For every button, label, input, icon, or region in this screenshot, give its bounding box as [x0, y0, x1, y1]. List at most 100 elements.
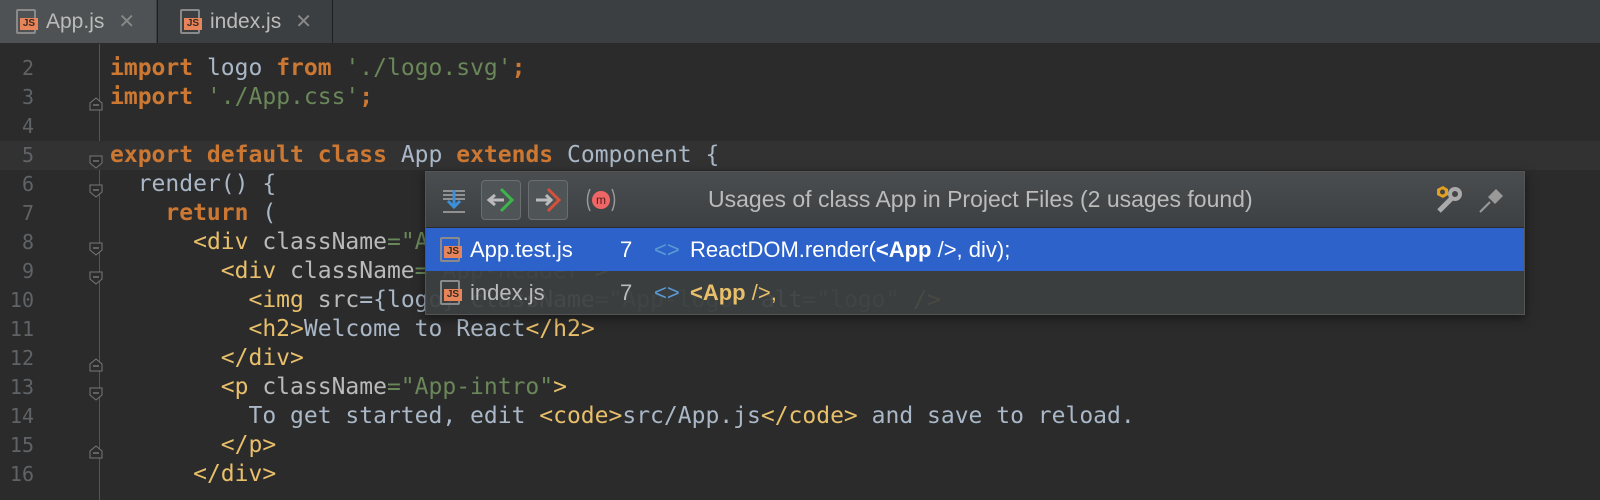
line-number: 13 [9, 375, 34, 399]
code-token: className [290, 258, 415, 284]
expand-all-icon[interactable] [434, 180, 474, 220]
fold-marker-icon[interactable] [89, 177, 103, 198]
code-token: App [400, 142, 443, 168]
line-number: 7 [21, 201, 34, 225]
fold-marker-icon[interactable] [89, 380, 103, 401]
code-token: src [317, 287, 360, 313]
code-text: <h2>Welcome to React</h2> [110, 315, 595, 344]
code-token: import [110, 55, 194, 81]
usage-file-name: App.test.js [470, 236, 573, 262]
code-token: </div> [193, 461, 277, 487]
line-number: 10 [9, 288, 34, 312]
code-token: and save to reload. [857, 403, 1135, 429]
code-token: </div> [220, 345, 304, 371]
code-token: render() { [110, 171, 277, 197]
code-text: <p className="App-intro"> [110, 373, 567, 402]
line-number: 3 [21, 85, 34, 109]
line-number: 15 [9, 433, 34, 457]
usage-code-pre: ReactDOM.render( [690, 236, 876, 262]
code-token: <div [220, 258, 291, 284]
code-token: extends [456, 142, 554, 168]
fold-marker-icon[interactable] [89, 235, 103, 256]
code-token: ( [248, 200, 277, 226]
fold-marker-icon[interactable] [89, 438, 103, 459]
code-token: import [110, 84, 194, 110]
tab-label: index.js [210, 9, 282, 33]
svg-text:m: m [596, 193, 606, 207]
code-token: './App.css' [206, 84, 360, 110]
code-text: </div> [110, 344, 304, 373]
pin-icon[interactable] [1471, 180, 1511, 220]
code-token: </code> [760, 403, 858, 429]
code-token: ; [359, 84, 374, 110]
code-line[interactable]: 15 </p> [0, 431, 1600, 460]
code-text: export default class App extends Compone… [110, 141, 719, 170]
js-file-icon: JS [16, 8, 38, 35]
code-line[interactable]: 11 <h2>Welcome to React</h2> [0, 315, 1600, 344]
line-number: 2 [21, 56, 34, 80]
js-file-icon: JS [440, 236, 462, 263]
close-icon[interactable]: ✕ [295, 9, 312, 34]
line-number: 5 [21, 143, 34, 167]
code-text: return ( [110, 199, 276, 228]
code-token: <code> [539, 403, 623, 429]
fold-marker-icon[interactable] [89, 351, 103, 372]
code-token: Component { [567, 142, 720, 168]
line-number: 16 [9, 462, 34, 486]
line-number: 9 [21, 259, 34, 283]
line-number: 11 [9, 317, 34, 341]
js-file-icon: JS [180, 8, 202, 35]
usage-code-match: <App [690, 279, 746, 305]
line-number: 6 [21, 172, 34, 196]
code-text: To get started, edit <code>src/App.js</c… [110, 402, 1135, 431]
code-line[interactable]: 12 </div> [0, 344, 1600, 373]
previous-occurrence-icon[interactable] [481, 180, 521, 220]
code-token: className [262, 374, 387, 400]
usage-result-row[interactable]: JS App.test.js 7 <> ReactDOM.render(<App… [426, 228, 1524, 271]
tab-app-js[interactable]: JS App.js ✕ [0, 0, 156, 43]
code-token: </p> [220, 432, 277, 458]
code-line[interactable]: 5 export default class App extends Compon… [0, 141, 1600, 170]
usage-code-match: <App [875, 236, 932, 262]
code-token: <img [248, 287, 318, 313]
code-token: ; [511, 55, 526, 81]
code-token: </h2> [525, 316, 595, 342]
code-token: export default class [110, 142, 387, 168]
code-line[interactable]: 3 import './App.css'; [0, 83, 1600, 112]
code-line[interactable]: 13 <p className="App-intro"> [0, 373, 1600, 402]
code-token: return [165, 200, 249, 226]
usage-result-row[interactable]: JS index.js 7 <> <App />, [426, 271, 1524, 314]
popup-header: m Usages of class App in Project Files (… [426, 172, 1524, 228]
line-number: 14 [9, 404, 34, 428]
editor-tab-bar: JS App.js ✕ JS index.js ✕ [0, 0, 1600, 44]
code-line[interactable]: 16 </div> [0, 460, 1600, 489]
merge-usages-icon[interactable]: m [581, 180, 621, 220]
code-token: src/App.js [622, 403, 761, 429]
fold-marker-icon[interactable] [89, 264, 103, 285]
code-line[interactable]: 2 import logo from './logo.svg'; [0, 54, 1600, 83]
close-icon[interactable]: ✕ [118, 9, 135, 34]
fold-marker-icon[interactable] [89, 90, 103, 111]
tab-label: App.js [46, 9, 105, 33]
code-token: > [553, 374, 567, 400]
code-text: import './App.css'; [110, 83, 373, 112]
next-occurrence-icon[interactable] [528, 180, 568, 220]
tab-index-js[interactable]: JS index.js ✕ [157, 0, 333, 43]
code-token: To get started, edit [110, 403, 540, 429]
code-text: </div> [110, 460, 276, 489]
code-token: <div [193, 229, 263, 255]
code-token: './logo.svg' [345, 55, 512, 81]
code-line[interactable]: 14 To get started, edit <code>src/App.js… [0, 402, 1600, 431]
fold-marker-icon[interactable] [89, 148, 103, 169]
code-token: ="App-intro" [386, 374, 554, 400]
settings-wrench-icon[interactable] [1428, 180, 1468, 220]
code-line[interactable]: 4 [0, 112, 1600, 141]
code-token: logo [206, 55, 263, 81]
popup-title: Usages of class App in Project Files (2 … [708, 186, 1253, 212]
usage-file-name: index.js [470, 279, 545, 305]
